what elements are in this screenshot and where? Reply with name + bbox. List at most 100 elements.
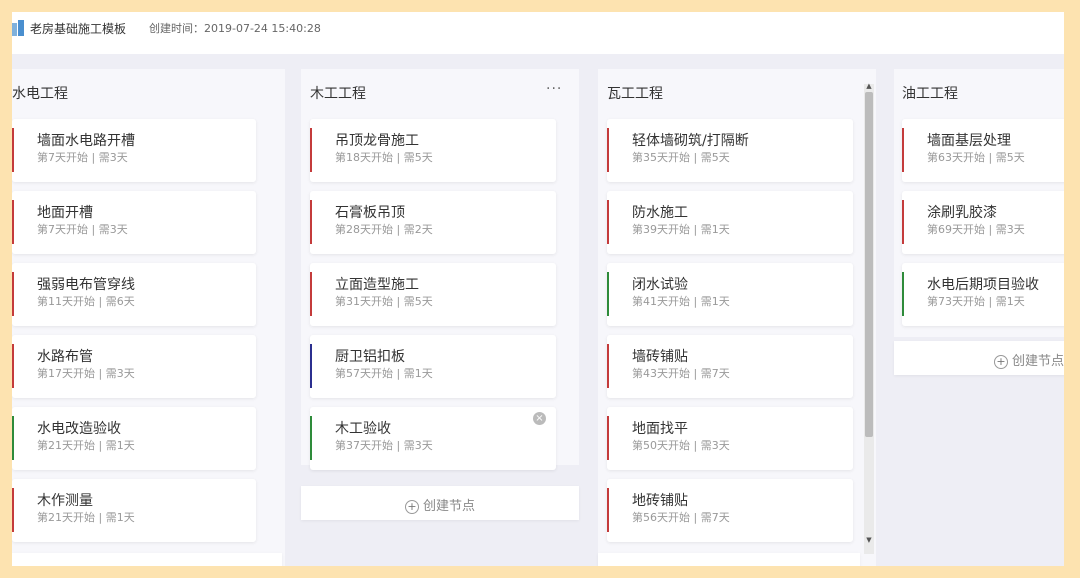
- task-name: 防水施工: [632, 205, 688, 221]
- task-card[interactable]: 闭水试验 第41天开始 | 需1天: [607, 263, 853, 326]
- task-name: 涂刷乳胶漆: [927, 205, 997, 221]
- task-card[interactable]: 木工验收 第37天开始 | 需3天 ×: [310, 407, 556, 470]
- task-name: 水电后期项目验收: [927, 277, 1039, 293]
- status-bar: [902, 200, 904, 244]
- task-meta: 第43天开始 | 需7天: [632, 367, 730, 380]
- scroll-down-icon[interactable]: ▼: [864, 536, 874, 544]
- task-meta: 第11天开始 | 需6天: [37, 295, 135, 308]
- task-name: 地面找平: [632, 421, 688, 437]
- task-name: 地面开槽: [37, 205, 93, 221]
- task-meta: 第56天开始 | 需7天: [632, 511, 730, 524]
- task-name: 闭水试验: [632, 277, 688, 293]
- column-carpentry: 木工工程 ··· 吊顶龙骨施工 第18天开始 | 需5天 石膏板吊顶 第28天开…: [301, 69, 579, 470]
- column-water-electric: 水电工程 墙面水电路开槽 第7天开始 | 需3天 地面开槽 第7天开始 | 需3…: [12, 69, 285, 566]
- task-card[interactable]: 墙面基层处理 第63天开始 | 需5天: [902, 119, 1064, 182]
- task-card[interactable]: 石膏板吊顶 第28天开始 | 需2天: [310, 191, 556, 254]
- column-title: 木工工程: [310, 86, 366, 102]
- task-meta: 第35天开始 | 需5天: [632, 151, 730, 164]
- task-meta: 第50天开始 | 需3天: [632, 439, 730, 452]
- column-title: 油工工程: [902, 86, 958, 102]
- create-node-button[interactable]: +创建节点: [301, 486, 579, 520]
- status-bar: [607, 128, 609, 172]
- close-icon[interactable]: ×: [533, 412, 546, 425]
- task-meta: 第63天开始 | 需5天: [927, 151, 1025, 164]
- status-bar: [12, 272, 14, 316]
- status-bar: [12, 344, 14, 388]
- task-card[interactable]: 立面造型施工 第31天开始 | 需5天: [310, 263, 556, 326]
- task-name: 水电改造验收: [37, 421, 121, 437]
- task-card[interactable]: 水电后期项目验收 第73天开始 | 需1天: [902, 263, 1064, 326]
- task-meta: 第28天开始 | 需2天: [335, 223, 433, 236]
- plus-circle-icon: +: [994, 354, 1008, 369]
- status-bar: [310, 128, 312, 172]
- create-node-label: 创建节点: [1012, 354, 1064, 369]
- task-card[interactable]: 吊顶龙骨施工 第18天开始 | 需5天: [310, 119, 556, 182]
- task-name: 强弱电布管穿线: [37, 277, 135, 293]
- task-name: 木工验收: [335, 421, 391, 437]
- task-card[interactable]: 地面开槽 第7天开始 | 需3天: [12, 191, 256, 254]
- task-meta: 第21天开始 | 需1天: [37, 511, 135, 524]
- create-node-button[interactable]: +创建节点: [598, 553, 860, 566]
- task-card[interactable]: 木作测量 第21天开始 | 需1天: [12, 479, 256, 542]
- status-bar: [902, 128, 904, 172]
- task-name: 轻体墙砌筑/打隔断: [632, 133, 749, 149]
- task-meta: 第69天开始 | 需3天: [927, 223, 1025, 236]
- plus-circle-icon: +: [404, 499, 419, 514]
- task-card[interactable]: 轻体墙砌筑/打隔断 第35天开始 | 需5天: [607, 119, 853, 182]
- status-bar: [902, 272, 904, 316]
- task-meta: 第7天开始 | 需3天: [37, 151, 128, 164]
- create-node-label: 创建节点: [422, 499, 475, 514]
- task-name: 墙砖铺贴: [632, 349, 688, 365]
- task-card[interactable]: 地面找平 第50天开始 | 需3天: [607, 407, 853, 470]
- scrollbar-thumb[interactable]: [865, 92, 873, 437]
- column-painting: 油工工程 墙面基层处理 第63天开始 | 需5天 涂刷乳胶漆 第69天开始 | …: [894, 69, 1064, 337]
- task-name: 地砖铺贴: [632, 493, 688, 509]
- board-frame: 老房基础施工模板 创建时间：2019-07-24 15:40:28 水电工程 墙…: [12, 12, 1064, 566]
- create-node-button[interactable]: + 创建节点: [894, 341, 1064, 375]
- scroll-up-icon[interactable]: ▲: [864, 82, 874, 90]
- status-bar: [607, 344, 609, 388]
- status-bar: [607, 488, 609, 532]
- task-meta: 第41天开始 | 需1天: [632, 295, 730, 308]
- status-bar: [12, 200, 14, 244]
- template-title: 老房基础施工模板: [30, 22, 127, 36]
- header-bar: 老房基础施工模板 创建时间：2019-07-24 15:40:28: [12, 12, 1064, 54]
- task-meta: 第7天开始 | 需3天: [37, 223, 128, 236]
- status-bar: [310, 416, 312, 460]
- task-meta: 第18天开始 | 需5天: [335, 151, 433, 164]
- task-name: 厨卫铝扣板: [335, 349, 405, 365]
- task-card[interactable]: 防水施工 第39天开始 | 需1天: [607, 191, 853, 254]
- task-meta: 第17天开始 | 需3天: [37, 367, 135, 380]
- status-bar: [310, 272, 312, 316]
- task-card[interactable]: 水电改造验收 第21天开始 | 需1天: [12, 407, 256, 470]
- task-name: 墙面水电路开槽: [37, 133, 135, 149]
- task-meta: 第57天开始 | 需1天: [335, 367, 433, 380]
- task-meta: 第21天开始 | 需1天: [37, 439, 135, 452]
- column-tiling: 瓦工工程 轻体墙砌筑/打隔断 第35天开始 | 需5天 防水施工 第39天开始 …: [598, 69, 876, 566]
- task-meta: 第73天开始 | 需1天: [927, 295, 1025, 308]
- task-name: 石膏板吊顶: [335, 205, 405, 221]
- status-bar: [310, 200, 312, 244]
- more-icon[interactable]: ···: [546, 81, 562, 97]
- task-meta: 第39天开始 | 需1天: [632, 223, 730, 236]
- task-name: 立面造型施工: [335, 277, 419, 293]
- task-card[interactable]: 强弱电布管穿线 第11天开始 | 需6天: [12, 263, 256, 326]
- create-node-button[interactable]: +创建节点: [12, 553, 282, 566]
- task-meta: 第31天开始 | 需5天: [335, 295, 433, 308]
- task-card[interactable]: 厨卫铝扣板 第57天开始 | 需1天: [310, 335, 556, 398]
- task-name: 木作测量: [37, 493, 93, 509]
- task-name: 水路布管: [37, 349, 93, 365]
- status-bar: [12, 128, 14, 172]
- status-bar: [607, 416, 609, 460]
- task-card[interactable]: 地砖铺贴 第56天开始 | 需7天: [607, 479, 853, 542]
- task-card[interactable]: 墙砖铺贴 第43天开始 | 需7天: [607, 335, 853, 398]
- task-name: 墙面基层处理: [927, 133, 1011, 149]
- column-title: 水电工程: [12, 86, 68, 102]
- status-bar: [310, 344, 312, 388]
- status-bar: [607, 272, 609, 316]
- task-card[interactable]: 墙面水电路开槽 第7天开始 | 需3天: [12, 119, 256, 182]
- task-card[interactable]: 水路布管 第17天开始 | 需3天: [12, 335, 256, 398]
- status-bar: [12, 488, 14, 532]
- task-meta: 第37天开始 | 需3天: [335, 439, 433, 452]
- task-card[interactable]: 涂刷乳胶漆 第69天开始 | 需3天: [902, 191, 1064, 254]
